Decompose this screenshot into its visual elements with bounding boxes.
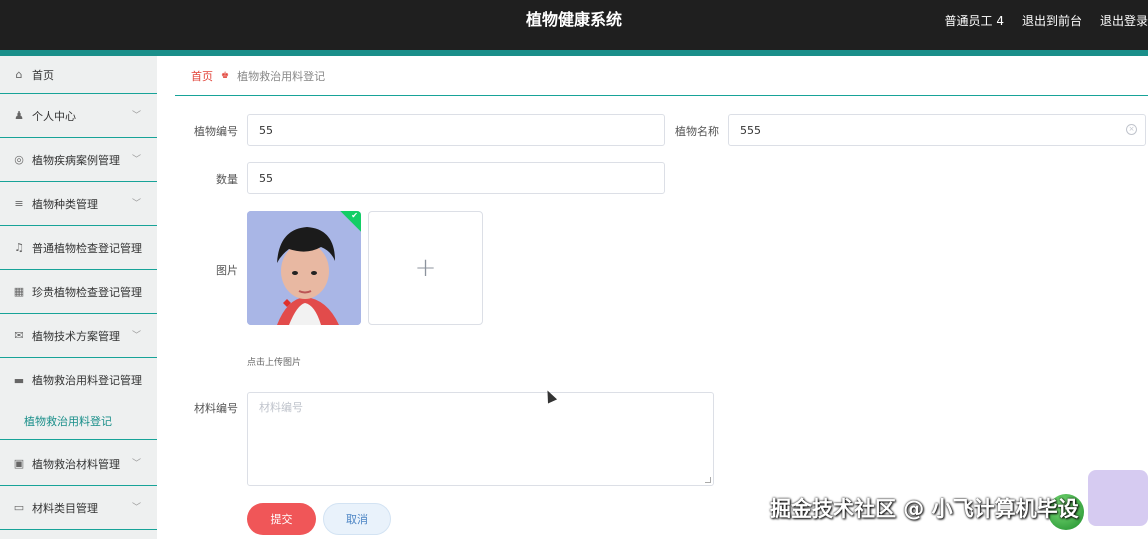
image-label: 图片	[216, 264, 238, 277]
submit-button[interactable]: 提交	[247, 503, 316, 535]
breadcrumb-home-link[interactable]: 首页	[191, 68, 213, 84]
chevron-down-icon: ﹀	[131, 503, 141, 513]
sidebar-item-label: 首页	[32, 68, 54, 82]
home-icon: ⌂	[15, 68, 23, 81]
cancel-button[interactable]: 取消	[323, 503, 391, 535]
sidebar-item-label: 植物救治用料登记管理	[32, 374, 142, 387]
sidebar-item-label: 普通植物检查登记管理	[32, 241, 142, 255]
quantity-input[interactable]: 55	[247, 162, 665, 194]
material-no-label: 材料编号	[194, 402, 238, 415]
sidebar-item-tech-plan[interactable]: ✉ 植物技术方案管理 ﹀	[0, 314, 157, 358]
sidebar-item-common-check[interactable]: ♫ 普通植物检查登记管理	[0, 226, 157, 270]
upload-hint: 点击上传图片	[247, 358, 302, 368]
breadcrumb: 首页 ♚ 植物救治用料登记	[175, 56, 1148, 96]
check-icon: ✔	[351, 211, 358, 220]
portrait-image	[247, 211, 361, 325]
folder-icon: ▬	[13, 373, 25, 387]
list-icon: ≡	[14, 197, 24, 210]
sidebar-item-label: 植物种类管理	[32, 197, 98, 211]
watermark-text: 掘金技术社区 @ 小飞计算机毕设	[770, 497, 1079, 521]
sidebar-item-rescue-registry[interactable]: ▬ 植物救治用料登记管理	[0, 358, 157, 402]
exit-to-front-link[interactable]: 退出到前台	[1022, 12, 1082, 29]
plant-name-value: 555	[740, 123, 761, 137]
material-no-textarea[interactable]: 材料编号	[247, 392, 714, 486]
current-user-label: 普通员工 4	[944, 13, 1004, 28]
sidebar-item-personal-center[interactable]: ♟ 个人中心 ﹀	[0, 94, 157, 138]
uploaded-image-thumbnail[interactable]: ✔	[247, 211, 361, 325]
chevron-down-icon: ﹀	[131, 199, 141, 209]
breadcrumb-current: 植物救治用料登记	[237, 69, 326, 83]
sidebar-item-label: 材料类目管理	[32, 501, 98, 515]
sidebar-item-label: 植物疾病案例管理	[32, 153, 120, 167]
sidebar-item-home[interactable]: ⌂ 首页	[0, 56, 157, 94]
quantity-label: 数量	[216, 173, 238, 186]
header-actions: 普通员工 4 退出到前台 退出登录	[945, 0, 1148, 40]
sidebar-subitem-rescue-registry[interactable]: 植物救治用料登记	[0, 402, 157, 440]
bell-off-icon: ♫	[14, 241, 24, 254]
card-icon: ▭	[13, 501, 25, 514]
circle-icon: ◎	[14, 153, 24, 166]
plant-no-input[interactable]: 55	[247, 114, 665, 146]
picture-icon: ▣	[13, 457, 25, 470]
user-icon: ♟	[14, 109, 24, 122]
resize-handle-icon[interactable]	[705, 477, 711, 483]
plant-name-input[interactable]: 555 ×	[728, 114, 1146, 146]
sidebar-item-material-category[interactable]: ▭ 材料类目管理 ﹀	[0, 486, 157, 530]
plant-no-label: 植物编号	[194, 125, 238, 138]
chevron-down-icon: ﹀	[131, 331, 141, 341]
breadcrumb-separator-icon: ♚	[221, 70, 230, 81]
chevron-down-icon: ﹀	[131, 155, 141, 165]
sidebar-item-label: 植物救治材料管理	[32, 457, 120, 471]
logout-link[interactable]: 退出登录	[1100, 12, 1148, 29]
sidebar-item-label: 珍贵植物检查登记管理	[32, 285, 142, 299]
grid-icon: ▦	[13, 285, 25, 298]
plant-name-label: 植物名称	[675, 125, 719, 138]
chevron-down-icon: ﹀	[131, 459, 141, 469]
plus-icon: +	[414, 253, 437, 283]
sidebar-item-plant-species[interactable]: ≡ 植物种类管理 ﹀	[0, 182, 157, 226]
decorative-badge	[1088, 470, 1148, 526]
sidebar-item-rescue-materials[interactable]: ▣ 植物救治材料管理 ﹀	[0, 442, 157, 486]
sidebar-item-label: 植物技术方案管理	[32, 329, 120, 343]
upload-image-button[interactable]: +	[368, 211, 483, 325]
chevron-down-icon: ﹀	[131, 111, 141, 121]
sidebar-item-label: 个人中心	[32, 109, 76, 123]
clear-icon[interactable]: ×	[1126, 124, 1137, 135]
material-no-placeholder: 材料编号	[259, 401, 303, 414]
sidebar-item-disease-cases[interactable]: ◎ 植物疾病案例管理 ﹀	[0, 138, 157, 182]
sidebar-item-rare-check[interactable]: ▦ 珍贵植物检查登记管理	[0, 270, 157, 314]
mail-icon: ✉	[14, 329, 24, 342]
